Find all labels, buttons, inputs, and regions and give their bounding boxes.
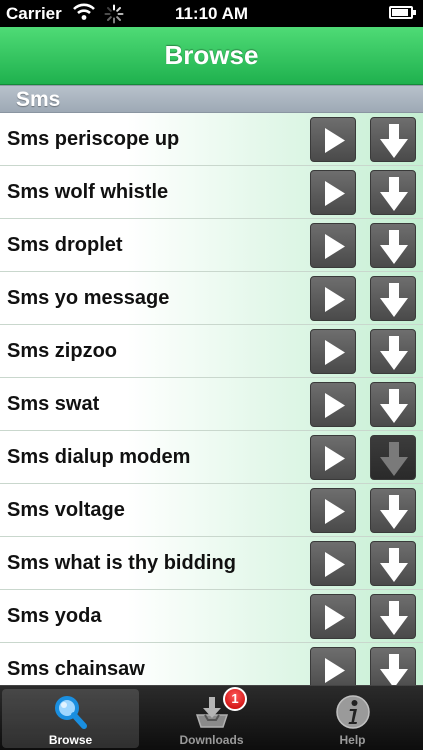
ringtone-list[interactable]: Sms periscope up Sms wolf whistle Sms drop… [0,113,423,685]
play-button[interactable] [310,435,356,480]
downloads-badge: 1 [223,687,247,711]
list-item[interactable]: Sms yoda [0,590,423,643]
list-item-label: Sms zipzoo [7,340,118,362]
download-button[interactable] [370,647,416,685]
download-button[interactable] [370,541,416,586]
play-icon [325,128,345,153]
download-button[interactable] [370,435,416,480]
navigation-bar: Browse [0,27,423,85]
download-button[interactable] [370,329,416,374]
download-arrow-icon [380,230,408,264]
download-arrow-icon [380,283,408,317]
play-icon [325,499,345,524]
play-icon [325,393,345,418]
info-icon [284,693,421,738]
list-item-label: Sms chainsaw [7,658,145,680]
list-item[interactable]: Sms voltage [0,484,423,537]
list-item[interactable]: Sms what is thy bidding [0,537,423,590]
play-button[interactable] [310,117,356,162]
section-title: Sms [16,88,61,111]
list-item-label: Sms wolf whistle [7,181,169,203]
list-item[interactable]: Sms periscope up [0,113,423,166]
list-item-label: Sms yoda [7,605,102,627]
list-item[interactable]: Sms swat [0,378,423,431]
download-button[interactable] [370,223,416,268]
list-item[interactable]: Sms chainsaw [0,643,423,685]
play-button[interactable] [310,170,356,215]
download-button[interactable] [370,488,416,533]
play-icon [325,234,345,259]
list-item-label: Sms droplet [7,234,123,256]
play-icon [325,446,345,471]
page-title: Browse [164,40,259,70]
download-tray-icon [143,693,280,738]
play-button[interactable] [310,382,356,427]
list-item-label: Sms dialup modem [7,446,191,468]
section-header: Sms [0,85,423,113]
tab-downloads[interactable]: 1 Downloads [143,687,280,748]
play-icon [325,605,345,630]
play-icon [325,181,345,206]
list-item[interactable]: Sms yo message [0,272,423,325]
list-item[interactable]: Sms wolf whistle [0,166,423,219]
download-button[interactable] [370,117,416,162]
list-item-label: Sms yo message [7,287,170,309]
play-button[interactable] [310,647,356,685]
battery-icon [389,6,416,19]
search-icon [2,693,139,738]
download-arrow-icon [380,601,408,635]
play-button[interactable] [310,223,356,268]
list-item[interactable]: Sms zipzoo [0,325,423,378]
play-icon [325,340,345,365]
download-arrow-icon [380,548,408,582]
tab-browse[interactable]: Browse [2,689,139,748]
play-button[interactable] [310,329,356,374]
list-item-label: Sms what is thy bidding [7,552,236,574]
download-button[interactable] [370,382,416,427]
download-button[interactable] [370,170,416,215]
clock: 11:10 AM [174,4,249,23]
play-icon [325,658,345,683]
tab-help[interactable]: Help [284,689,421,748]
status-bar: Carrier 11:10 AM [0,0,423,27]
list-item-label: Sms periscope up [7,128,180,150]
list-item-label: Sms swat [7,393,100,415]
download-button[interactable] [370,594,416,639]
download-arrow-icon [380,389,408,423]
play-icon [325,552,345,577]
tab-label: Browse [48,733,93,747]
tab-label: Downloads [179,733,244,747]
play-icon [325,287,345,312]
download-button[interactable] [370,276,416,321]
list-item[interactable]: Sms droplet [0,219,423,272]
play-button[interactable] [310,276,356,321]
download-arrow-icon [380,124,408,158]
download-arrow-icon [380,654,408,685]
play-button[interactable] [310,488,356,533]
list-item[interactable]: Sms dialup modem [0,431,423,484]
tab-bar: Browse 1 Downloads Help [0,685,423,750]
play-button[interactable] [310,541,356,586]
download-arrow-icon [380,177,408,211]
download-arrow-icon [380,442,408,476]
download-arrow-icon [380,336,408,370]
play-button[interactable] [310,594,356,639]
tab-label: Help [339,733,366,747]
list-item-label: Sms voltage [7,499,125,521]
download-arrow-icon [380,495,408,529]
